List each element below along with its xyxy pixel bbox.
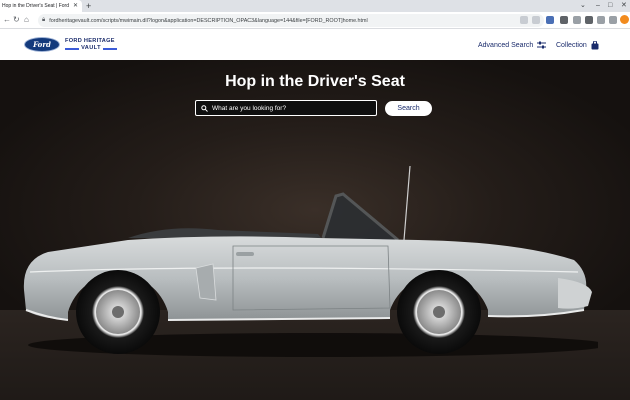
hero-title: Hop in the Driver's Seat	[225, 73, 405, 90]
advanced-search-link[interactable]: Advanced Search	[478, 41, 547, 49]
search-icon	[201, 104, 208, 112]
collection-link[interactable]: Collection	[556, 41, 599, 50]
ford-logo[interactable]: Ford	[24, 37, 60, 52]
sidebar-icon[interactable]	[609, 16, 617, 24]
bookmark-star-icon[interactable]	[532, 16, 540, 24]
ford-logo-text: Ford	[33, 40, 51, 49]
home-icon[interactable]: ⌂	[24, 15, 29, 25]
collection-label: Collection	[556, 42, 587, 49]
hero-section: Hop in the Driver's Seat Search	[0, 60, 630, 400]
tab-title: Hop in the Driver's Seat | Ford H	[2, 3, 70, 9]
heritage-vault-logo[interactable]: FORD HERITAGE VAULT	[65, 38, 121, 52]
brand-line2: VAULT	[65, 45, 117, 51]
extension-icon[interactable]	[573, 16, 581, 24]
puzzle-icon[interactable]	[585, 16, 593, 24]
brand-line1: FORD HERITAGE	[65, 38, 115, 44]
advanced-search-label: Advanced Search	[478, 41, 534, 49]
maximize-button[interactable]: □	[608, 1, 612, 11]
tab-close-icon[interactable]: ✕	[73, 2, 78, 10]
tab-search-icon[interactable]: ⌄	[580, 1, 586, 11]
search-input[interactable]	[212, 104, 372, 112]
search-button[interactable]: Search	[385, 101, 432, 116]
share-icon[interactable]	[520, 16, 528, 24]
url-text: fordheritagevault.com/scripts/mwimain.dl…	[49, 17, 368, 24]
extension-icon[interactable]	[560, 16, 568, 24]
reload-icon[interactable]: ↻	[13, 15, 20, 25]
search-box	[195, 100, 377, 116]
site-header: Ford FORD HERITAGE VAULT Advanced Search…	[0, 29, 630, 60]
minimize-button[interactable]: –	[596, 1, 600, 11]
profile-avatar[interactable]	[620, 15, 629, 24]
media-icon[interactable]	[597, 16, 605, 24]
extension-icon[interactable]	[546, 16, 554, 24]
address-bar[interactable]: 🔒︎ fordheritagevault.com/scripts/mwimain…	[38, 14, 544, 27]
browser-toolbar: ← ↻ ⌂ 🔒︎ fordheritagevault.com/scripts/m…	[0, 12, 630, 29]
new-tab-button[interactable]: +	[86, 1, 91, 11]
lock-icon: 🔒︎	[42, 17, 46, 23]
browser-tab[interactable]: Hop in the Driver's Seat | Ford H ✕	[0, 0, 82, 12]
mustang-convertible-image	[23, 165, 598, 357]
bag-icon	[591, 41, 599, 50]
browser-tabstrip: Hop in the Driver's Seat | Ford H ✕ + ⌄ …	[0, 0, 630, 12]
close-window-button[interactable]: ✕	[621, 1, 627, 11]
sliders-icon	[537, 41, 547, 49]
back-icon[interactable]: ←	[3, 15, 11, 25]
